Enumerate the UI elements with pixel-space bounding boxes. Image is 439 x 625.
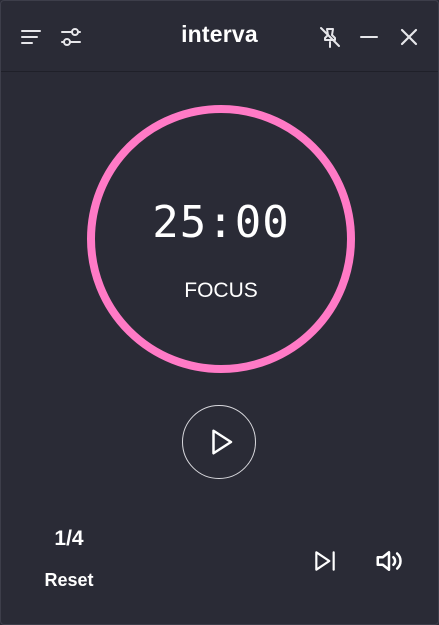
pin-off-icon[interactable] [317,24,343,50]
close-icon[interactable] [396,24,422,50]
titlebar[interactable]: interva [1,1,438,72]
timer-dial: 25:00 FOCUS [85,103,357,375]
minimize-icon[interactable] [356,24,382,50]
volume-icon [376,551,402,571]
timer-display: 25:00 [152,197,290,248]
skip-forward-icon [315,551,335,571]
app-window: interva 25:00 FOCUS 1/4 Reset [0,0,439,625]
skip-button[interactable] [310,546,340,576]
play-icon [211,429,232,455]
round-counter: 1/4 [54,527,84,550]
play-button[interactable] [182,405,256,479]
reset-button[interactable]: Reset [19,570,119,591]
timer-mode-label: FOCUS [184,279,258,302]
volume-button[interactable] [374,546,404,576]
